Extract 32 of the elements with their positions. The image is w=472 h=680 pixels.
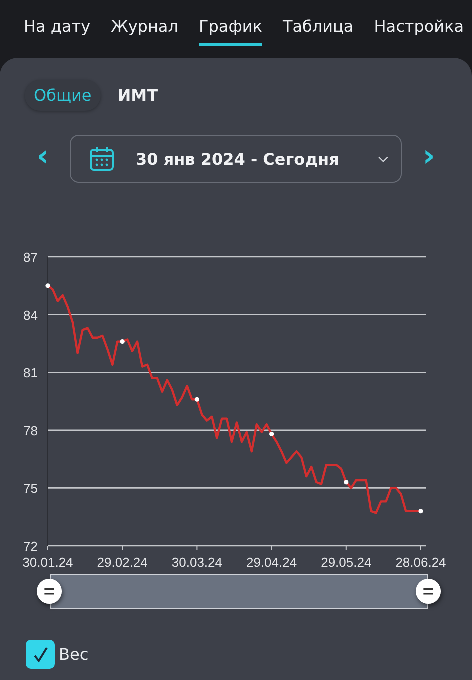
chevron-down-icon <box>378 156 389 162</box>
tab[interactable]: Настройка <box>374 0 464 46</box>
y-axis-label: 75 <box>24 481 38 496</box>
tab[interactable]: График <box>198 0 262 46</box>
x-axis-label: 29.05.24 <box>321 555 372 570</box>
x-axis-label: 28.06.24 <box>396 555 446 570</box>
checkbox[interactable] <box>26 640 55 669</box>
data-point <box>46 284 50 288</box>
x-axis-label: 29.04.24 <box>246 555 298 570</box>
x-axis-label: 30.03.24 <box>172 555 222 570</box>
subtab[interactable]: ИМТ <box>108 80 168 111</box>
tab[interactable]: Таблица <box>282 0 354 46</box>
next-button[interactable]: › <box>420 142 438 172</box>
data-point <box>270 432 274 437</box>
data-point <box>194 397 200 402</box>
tab[interactable]: Журнал <box>111 0 178 46</box>
y-axis-label: 78 <box>24 423 38 438</box>
tab[interactable]: На дату <box>24 0 91 46</box>
x-axis-label: 29.02.24 <box>97 555 148 570</box>
data-point <box>418 509 424 514</box>
data-point <box>344 480 349 485</box>
y-axis-label: 84 <box>24 308 38 323</box>
subtab[interactable]: Общие <box>25 80 101 111</box>
previous-button[interactable]: ‹ <box>34 142 52 172</box>
y-axis-label: 81 <box>24 366 38 381</box>
checkbox-label: Вес <box>59 645 89 664</box>
calendar-icon <box>89 146 115 172</box>
x-axis-label: 30.01.24 <box>22 555 74 570</box>
y-axis-label: 72 <box>24 539 38 554</box>
data-point <box>120 339 125 344</box>
date-range-dropdown[interactable]: 30 янв 2024 - Сегодня <box>70 135 402 183</box>
y-axis-label: 87 <box>24 250 38 265</box>
